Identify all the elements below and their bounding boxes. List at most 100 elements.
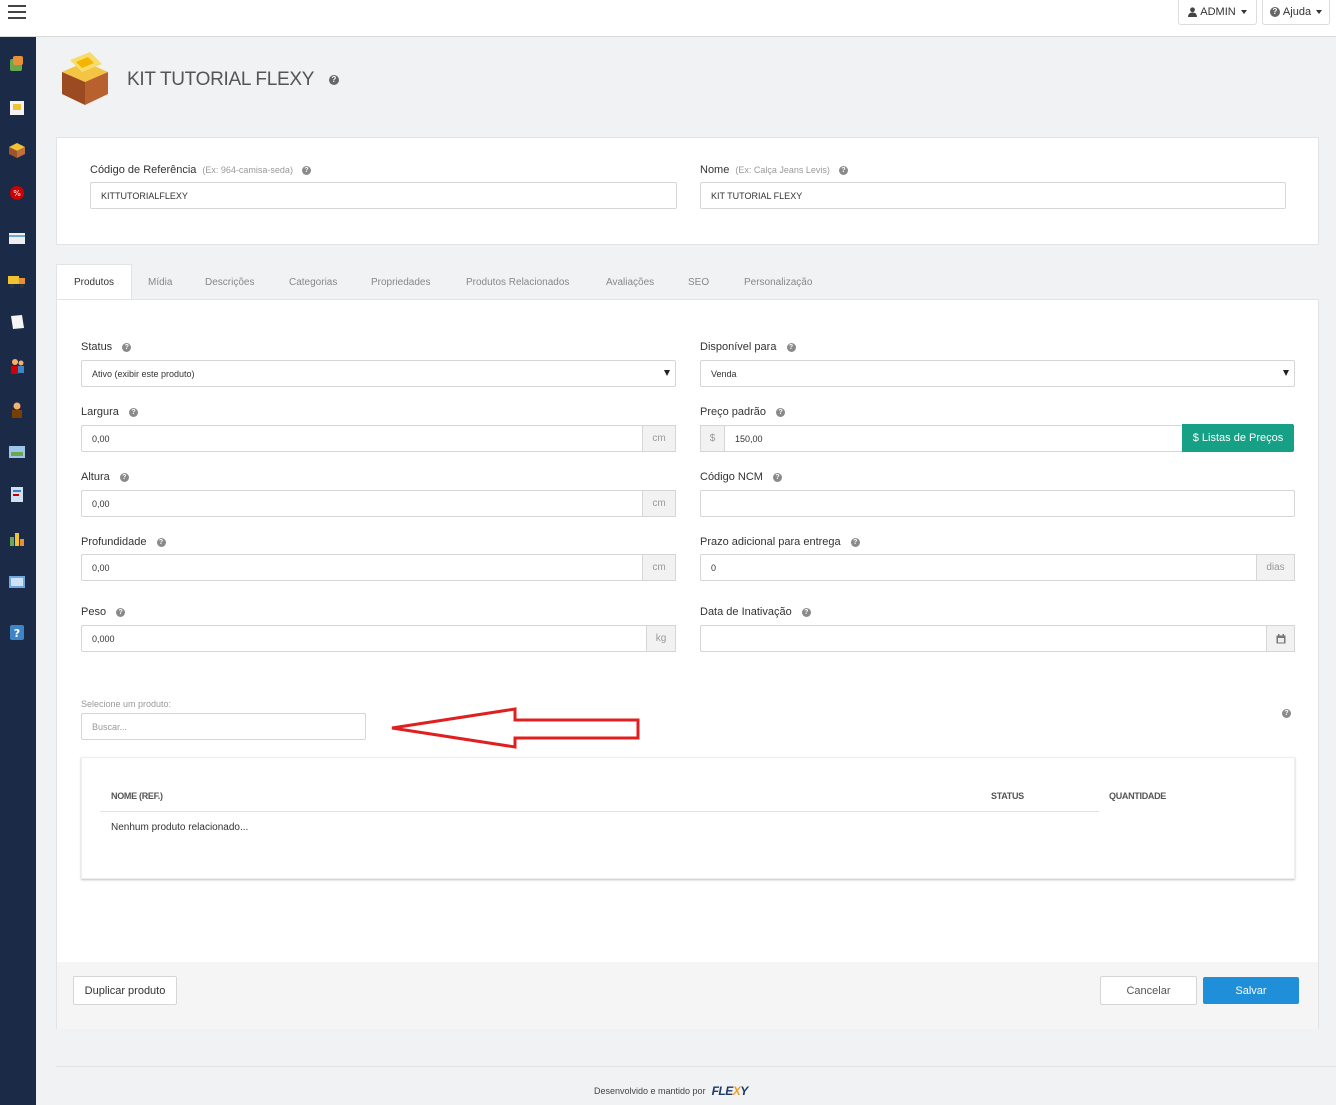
red-arrow-annotation — [391, 707, 640, 749]
available-label: Disponível para ? — [700, 341, 796, 353]
flexy-logo-part3: Y — [740, 1084, 748, 1098]
dropdown-arrow-icon — [1283, 370, 1289, 376]
help-menu[interactable]: ? Ajuda — [1262, 0, 1330, 25]
question-icon[interactable]: ? — [116, 607, 126, 617]
sidebar-orders-icon[interactable] — [7, 313, 27, 331]
sidebar-catalog-icon[interactable] — [7, 99, 27, 117]
question-icon[interactable]: ? — [122, 342, 132, 352]
page-title: KIT TUTORIAL FLEXY ? — [127, 69, 339, 91]
sidebar-shipping-icon[interactable] — [7, 271, 27, 289]
ncm-label: Código NCM ? — [700, 471, 783, 483]
col-status-header: STATUS — [991, 791, 1024, 801]
question-icon[interactable]: ? — [773, 472, 783, 482]
inactivation-date-input[interactable] — [700, 625, 1267, 652]
available-select[interactable]: Venda — [700, 360, 1295, 387]
footer-divider — [56, 1066, 1336, 1067]
tab-produtos-relacionados[interactable]: Produtos Relacionados — [466, 264, 569, 300]
related-products-table: NOME (REF.) STATUS QUANTIDADE Nenhum pro… — [81, 757, 1295, 879]
admin-user-menu[interactable]: ADMIN — [1178, 0, 1257, 25]
admin-label: ADMIN — [1200, 6, 1236, 18]
status-label-text: Status — [81, 341, 113, 353]
footer: Desenvolvido e mantido por FLEXY — [594, 1084, 748, 1098]
product-title: KIT TUTORIAL FLEXY — [127, 69, 314, 90]
depth-label-text: Profundidade — [81, 536, 147, 548]
duplicate-product-button[interactable]: Duplicar produto — [73, 976, 177, 1005]
tab-produtos[interactable]: Produtos — [56, 264, 132, 300]
save-button[interactable]: Salvar — [1203, 977, 1299, 1004]
sidebar-help-icon[interactable]: ? — [7, 623, 27, 641]
status-select[interactable]: Ativo (exibir este produto) — [81, 360, 676, 387]
flexy-logo[interactable]: FLEXY — [712, 1084, 749, 1098]
question-icon[interactable]: ? — [119, 472, 129, 482]
delivery-label: Prazo adicional para entrega ? — [700, 536, 860, 548]
dropdown-arrow-icon — [664, 370, 670, 376]
depth-unit-addon: cm — [642, 554, 676, 581]
sidebar-customers-icon[interactable] — [7, 357, 27, 375]
products-tab-panel — [56, 299, 1319, 1029]
weight-unit-addon: kg — [646, 625, 676, 652]
col-name-header: NOME (REF.) — [111, 791, 163, 801]
question-icon[interactable]: ? — [776, 407, 786, 417]
sidebar-settings-icon[interactable] — [7, 573, 27, 591]
width-value: 0,00 — [92, 433, 110, 444]
height-input[interactable]: 0,00 — [81, 490, 643, 517]
ref-code-label: Código de Referência (Ex: 964-camisa-seda… — [90, 164, 312, 176]
sidebar-stats-icon[interactable] — [7, 529, 27, 547]
tab-categorias[interactable]: Categorias — [289, 264, 337, 300]
weight-input[interactable]: 0,000 — [81, 625, 647, 652]
depth-input[interactable]: 0,00 — [81, 554, 643, 581]
menu-toggle-icon[interactable] — [8, 5, 26, 21]
sidebar: % ? — [0, 37, 36, 1105]
price-input[interactable]: 150,00 — [724, 425, 1183, 452]
sidebar-media-icon[interactable] — [7, 443, 27, 461]
question-icon[interactable]: ? — [156, 537, 166, 547]
ref-code-input[interactable]: KITTUTORIALFLEXY — [90, 182, 677, 209]
delivery-value: 0 — [711, 562, 717, 573]
sidebar-reports-icon[interactable] — [7, 485, 27, 503]
question-icon[interactable]: ? — [1282, 709, 1291, 718]
tab-propriedades[interactable]: Propriedades — [371, 264, 430, 300]
name-label-text: Nome — [700, 164, 730, 176]
question-icon[interactable]: ? — [128, 407, 138, 417]
name-label: Nome (Ex: Calça Jeans Levis) ? — [700, 164, 848, 176]
height-value: 0,00 — [92, 498, 110, 509]
tab-seo[interactable]: SEO — [688, 264, 709, 300]
sidebar-products-icon[interactable] — [7, 141, 27, 159]
sidebar-payments-icon[interactable] — [7, 229, 27, 247]
page-header: KIT TUTORIAL FLEXY ? — [56, 50, 656, 110]
ref-code-label-text: Código de Referência — [90, 164, 197, 176]
delivery-unit-addon: dias — [1256, 554, 1295, 581]
ref-code-hint: (Ex: 964-camisa-seda) — [202, 165, 293, 175]
sidebar-promotions-icon[interactable]: % — [7, 184, 27, 202]
tab-personalizacao[interactable]: Personalização — [744, 264, 812, 300]
question-icon[interactable]: ? — [786, 342, 796, 352]
inactivation-label-text: Data de Inativação — [700, 606, 792, 618]
status-value: Ativo (exibir este produto) — [92, 368, 195, 379]
width-label-text: Largura — [81, 406, 119, 418]
sidebar-dashboard-icon[interactable] — [7, 55, 27, 73]
question-icon[interactable]: ? — [838, 165, 848, 175]
status-label: Status ? — [81, 341, 132, 353]
question-icon[interactable]: ? — [302, 165, 312, 175]
width-input[interactable]: 0,00 — [81, 425, 643, 452]
col-quantity-header: QUANTIDADE — [1109, 791, 1166, 801]
question-icon[interactable]: ? — [850, 537, 860, 547]
tab-avaliacoes[interactable]: Avaliações — [606, 264, 654, 300]
tab-midia[interactable]: Mídia — [148, 264, 172, 300]
sidebar-users-icon[interactable] — [7, 401, 27, 419]
depth-label: Profundidade ? — [81, 536, 166, 548]
footer-text: Desenvolvido e mantido por — [594, 1086, 706, 1096]
price-lists-button[interactable]: $ Listas de Preços — [1182, 424, 1294, 452]
calendar-button[interactable] — [1266, 625, 1295, 652]
question-icon[interactable]: ? — [801, 607, 811, 617]
name-input[interactable]: KIT TUTORIAL FLEXY — [700, 182, 1286, 209]
tab-descricoes[interactable]: Descrições — [205, 264, 254, 300]
ncm-input[interactable] — [700, 490, 1295, 517]
height-label: Altura ? — [81, 471, 129, 483]
select-product-label: Selecione um produto: — [81, 699, 172, 709]
price-currency-addon: $ — [700, 425, 725, 452]
delivery-days-input[interactable]: 0 — [700, 554, 1257, 581]
cancel-button[interactable]: Cancelar — [1100, 976, 1197, 1005]
product-search-input[interactable]: Buscar... — [81, 713, 366, 740]
question-icon[interactable]: ? — [328, 74, 339, 85]
